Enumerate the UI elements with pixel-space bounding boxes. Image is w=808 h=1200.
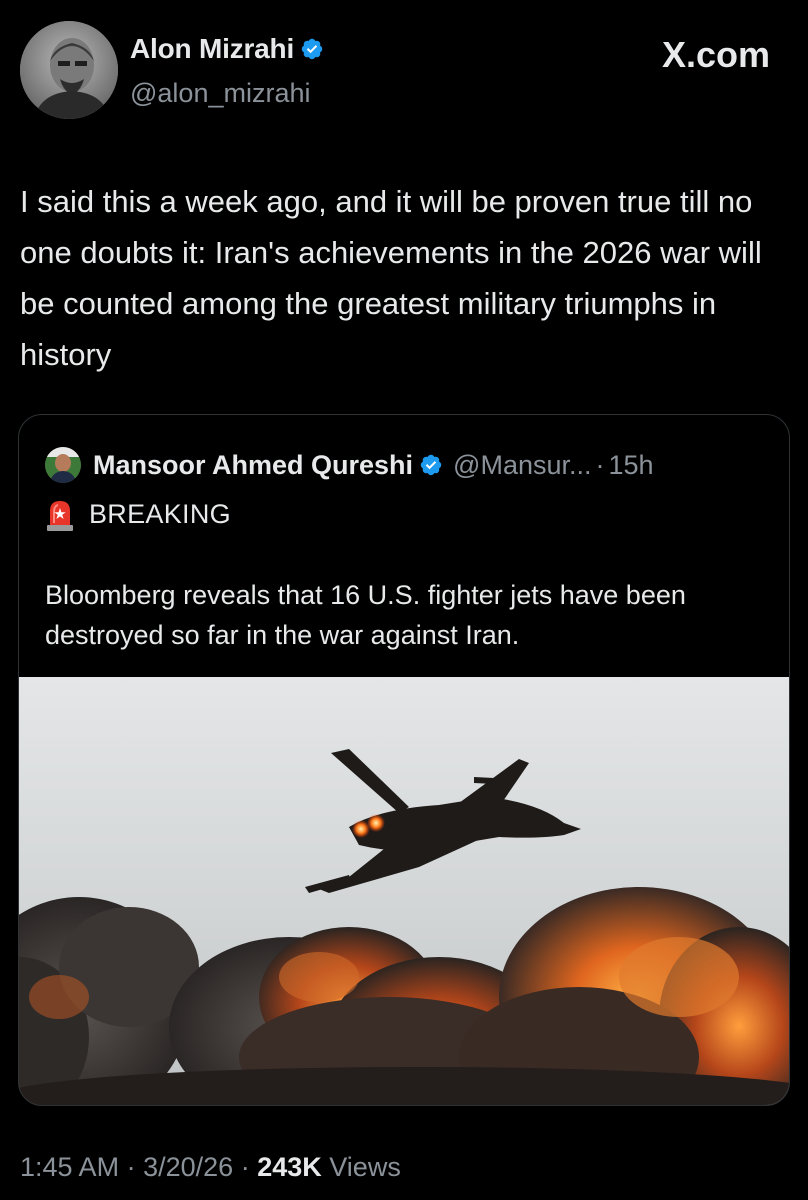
author-name-text[interactable]: Alon Mizrahi bbox=[130, 33, 294, 64]
quoted-author-handle[interactable]: @Mansur... bbox=[453, 450, 591, 481]
separator-dot: · bbox=[126, 1152, 136, 1182]
tweet-footer: 1:45 AM · 3/20/26 · 243K Views bbox=[20, 1152, 401, 1183]
separator-dot: · bbox=[595, 449, 605, 480]
quoted-tweet-card[interactable]: Mansoor Ahmed Qureshi @Mansur... · 15h B… bbox=[18, 414, 790, 1106]
author-handle[interactable]: @alon_mizrahi bbox=[130, 78, 310, 109]
author-avatar[interactable] bbox=[20, 21, 118, 119]
quoted-tweet-header: Mansoor Ahmed Qureshi @Mansur... · 15h bbox=[45, 445, 654, 485]
tweet-text: I said this a week ago, and it will be p… bbox=[20, 184, 762, 372]
police-siren-icon bbox=[47, 501, 73, 531]
separator-dot: · bbox=[240, 1152, 250, 1182]
views-label: Views bbox=[329, 1152, 401, 1182]
quoted-timestamp[interactable]: 15h bbox=[609, 450, 654, 481]
fighter-jet-explosion-image[interactable] bbox=[19, 677, 789, 1105]
author-name[interactable]: Alon Mizrahi bbox=[130, 33, 324, 65]
quoted-author-name[interactable]: Mansoor Ahmed Qureshi bbox=[93, 450, 413, 481]
post-date[interactable]: 3/20/26 bbox=[143, 1152, 233, 1182]
breaking-line: BREAKING bbox=[45, 497, 231, 531]
views-count[interactable]: 243K bbox=[257, 1152, 322, 1182]
brand-label: X.com bbox=[661, 34, 770, 75]
post-time[interactable]: 1:45 AM bbox=[20, 1152, 119, 1182]
verified-badge-icon bbox=[301, 38, 323, 60]
quoted-verified-badge-icon bbox=[420, 454, 442, 476]
breaking-label: BREAKING bbox=[89, 498, 231, 529]
quoted-tweet-text: Bloomberg reveals that 16 U.S. fighter j… bbox=[45, 580, 686, 650]
quoted-author-avatar[interactable] bbox=[45, 447, 81, 483]
